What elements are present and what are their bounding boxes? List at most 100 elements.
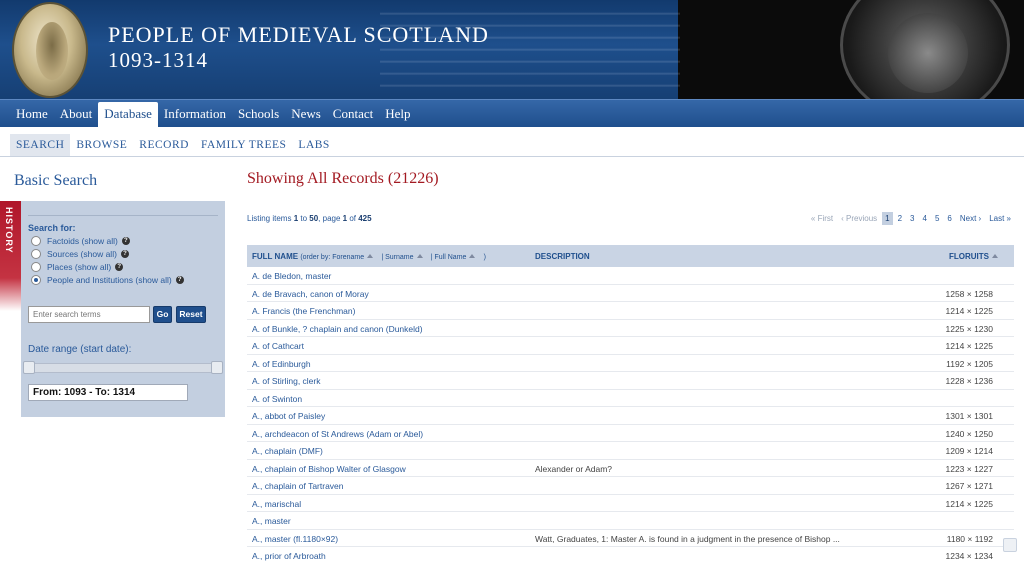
pager-page-6[interactable]: 6 bbox=[944, 212, 954, 225]
col-description: DESCRIPTION bbox=[535, 251, 590, 261]
radio-places[interactable] bbox=[31, 262, 41, 272]
help-icon[interactable]: ? bbox=[115, 263, 124, 271]
table-row: A. de Bravach, canon of Moray 1258 × 1258 bbox=[247, 285, 1014, 302]
help-icon[interactable]: ? bbox=[175, 276, 184, 284]
record-link[interactable]: A. de Bledon, master bbox=[252, 271, 331, 281]
table-row: A. of Cathcart 1214 × 1225 bbox=[247, 337, 1014, 355]
record-link[interactable]: A. of Edinburgh bbox=[252, 359, 311, 369]
pager-last[interactable]: Last » bbox=[986, 212, 1014, 225]
option-factoids[interactable]: Factoids (show all) ? bbox=[31, 236, 130, 246]
search-for-label: Search for: bbox=[28, 223, 76, 233]
pager-page-2[interactable]: 2 bbox=[895, 212, 905, 225]
subnav-search[interactable]: SEARCH bbox=[10, 134, 71, 156]
slider-handle-start[interactable] bbox=[23, 361, 35, 374]
radio-factoids[interactable] bbox=[31, 236, 41, 246]
nav-news[interactable]: News bbox=[285, 100, 327, 128]
nav-schools[interactable]: Schools bbox=[232, 100, 285, 128]
site-banner: PEOPLE OF MEDIEVAL SCOTLAND 1093-1314 bbox=[0, 0, 1024, 99]
record-link[interactable]: A., master (fl.1180×92) bbox=[252, 534, 338, 544]
record-link[interactable]: A., abbot of Paisley bbox=[252, 411, 325, 421]
help-icon[interactable]: ? bbox=[120, 250, 129, 258]
sort-full-name[interactable]: | Full Name bbox=[431, 254, 467, 261]
radio-people[interactable] bbox=[31, 275, 41, 285]
record-floruits: 1214 × 1225 bbox=[945, 498, 993, 509]
listing-summary: Listing items 1 to 50, page 1 of 425 bbox=[247, 214, 372, 223]
col-floruits-label[interactable]: FLORUITS bbox=[949, 252, 989, 261]
sort-asc-icon[interactable] bbox=[992, 254, 998, 259]
sort-asc-icon[interactable] bbox=[416, 254, 423, 259]
record-floruits: 1225 × 1230 bbox=[945, 323, 993, 334]
table-row: A. de Bledon, master bbox=[247, 267, 1014, 285]
go-button[interactable]: Go bbox=[153, 306, 172, 323]
table-row: A., master (fl.1180×92) Watt, Graduates, … bbox=[247, 530, 1014, 547]
record-link[interactable]: A., marischal bbox=[252, 499, 301, 509]
record-link[interactable]: A., chaplain (DMF) bbox=[252, 446, 323, 456]
pager-first[interactable]: « First bbox=[808, 212, 836, 225]
sort-asc-icon[interactable] bbox=[367, 254, 374, 259]
nav-about[interactable]: About bbox=[54, 100, 99, 128]
nav-database[interactable]: Database bbox=[98, 102, 158, 128]
pager-page-4[interactable]: 4 bbox=[920, 212, 930, 225]
subnav-record[interactable]: RECORD bbox=[133, 134, 195, 156]
results-heading: Showing All Records (21226) bbox=[247, 170, 439, 187]
record-floruits: 1228 × 1236 bbox=[945, 376, 993, 386]
sort-forename[interactable]: (order by: Forename bbox=[300, 254, 364, 261]
table-row: A., marischal 1214 × 1225 bbox=[247, 495, 1014, 512]
option-sources[interactable]: Sources (show all) ? bbox=[31, 249, 129, 259]
record-link[interactable]: A. of Stirling, clerk bbox=[252, 376, 321, 386]
nav-home[interactable]: Home bbox=[10, 100, 54, 128]
table-row: A. of Bunkle, ? chaplain and canon (Dunk… bbox=[247, 320, 1014, 337]
pager-page-3[interactable]: 3 bbox=[907, 212, 917, 225]
history-tab[interactable]: HISTORY bbox=[0, 201, 21, 311]
record-link[interactable]: A., chaplain of Bishop Walter of Glasgow bbox=[252, 464, 406, 474]
option-people-label[interactable]: People and Institutions (show all) bbox=[47, 275, 172, 285]
option-places-label[interactable]: Places (show all) bbox=[47, 262, 111, 272]
sort-surname[interactable]: | Surname bbox=[381, 254, 413, 261]
help-icon[interactable]: ? bbox=[121, 237, 130, 245]
subnav-labs[interactable]: LABS bbox=[292, 134, 335, 156]
share-icon[interactable] bbox=[1003, 538, 1017, 552]
reset-button[interactable]: Reset bbox=[176, 306, 206, 323]
pager-previous[interactable]: ‹ Previous bbox=[838, 212, 880, 225]
record-link[interactable]: A. of Swinton bbox=[252, 394, 302, 404]
nav-information[interactable]: Information bbox=[158, 100, 232, 128]
site-years: 1093-1314 bbox=[108, 48, 208, 72]
listing-page-word: , page bbox=[318, 214, 343, 223]
pager-page-1[interactable]: 1 bbox=[882, 212, 893, 225]
sub-nav: SEARCH BROWSE RECORD FAMILY TREES LABS bbox=[0, 127, 1024, 157]
record-link[interactable]: A., prior of Arbroath bbox=[252, 551, 326, 561]
radio-sources[interactable] bbox=[31, 249, 41, 259]
record-link[interactable]: A., chaplain of Tartraven bbox=[252, 481, 344, 491]
slider-handle-end[interactable] bbox=[211, 361, 223, 374]
record-link[interactable]: A., archdeacon of St Andrews (Adam or Ab… bbox=[252, 429, 423, 439]
option-places[interactable]: Places (show all) ? bbox=[31, 262, 124, 272]
record-link[interactable]: A. of Bunkle, ? chaplain and canon (Dunk… bbox=[252, 324, 423, 334]
table-row: A. Francis (the Frenchman) 1214 × 1225 bbox=[247, 302, 1014, 320]
option-sources-label[interactable]: Sources (show all) bbox=[47, 249, 117, 259]
subnav-family-trees[interactable]: FAMILY TREES bbox=[195, 134, 292, 156]
listing-of-word: of bbox=[347, 214, 359, 223]
date-range-label: Date range (start date): bbox=[28, 344, 132, 355]
col-full-name: FULL NAME (order by: Forename | Surname … bbox=[252, 252, 486, 261]
site-title[interactable]: PEOPLE OF MEDIEVAL SCOTLAND bbox=[108, 22, 489, 48]
listing-to: 50 bbox=[309, 214, 319, 223]
date-range-slider[interactable] bbox=[28, 363, 218, 373]
search-input[interactable] bbox=[28, 306, 150, 323]
pager-next[interactable]: Next › bbox=[957, 212, 984, 225]
option-factoids-label[interactable]: Factoids (show all) bbox=[47, 236, 118, 246]
record-link[interactable]: A. Francis (the Frenchman) bbox=[252, 306, 355, 316]
record-floruits: 1258 × 1258 bbox=[945, 288, 993, 299]
record-link[interactable]: A. of Cathcart bbox=[252, 341, 304, 351]
col-floruits[interactable]: FLORUITS bbox=[949, 252, 998, 261]
sort-close-paren: ) bbox=[483, 253, 487, 261]
sort-asc-icon[interactable] bbox=[469, 254, 476, 259]
nav-contact[interactable]: Contact bbox=[327, 100, 379, 128]
record-link[interactable]: A., master bbox=[252, 516, 291, 526]
record-floruits: 1214 × 1225 bbox=[945, 341, 993, 351]
record-link[interactable]: A. de Bravach, canon of Moray bbox=[252, 289, 369, 299]
subnav-browse[interactable]: BROWSE bbox=[70, 134, 133, 156]
panel-divider bbox=[28, 215, 218, 216]
nav-help[interactable]: Help bbox=[379, 100, 416, 128]
pager-page-5[interactable]: 5 bbox=[932, 212, 942, 225]
option-people[interactable]: People and Institutions (show all) ? bbox=[31, 275, 184, 285]
